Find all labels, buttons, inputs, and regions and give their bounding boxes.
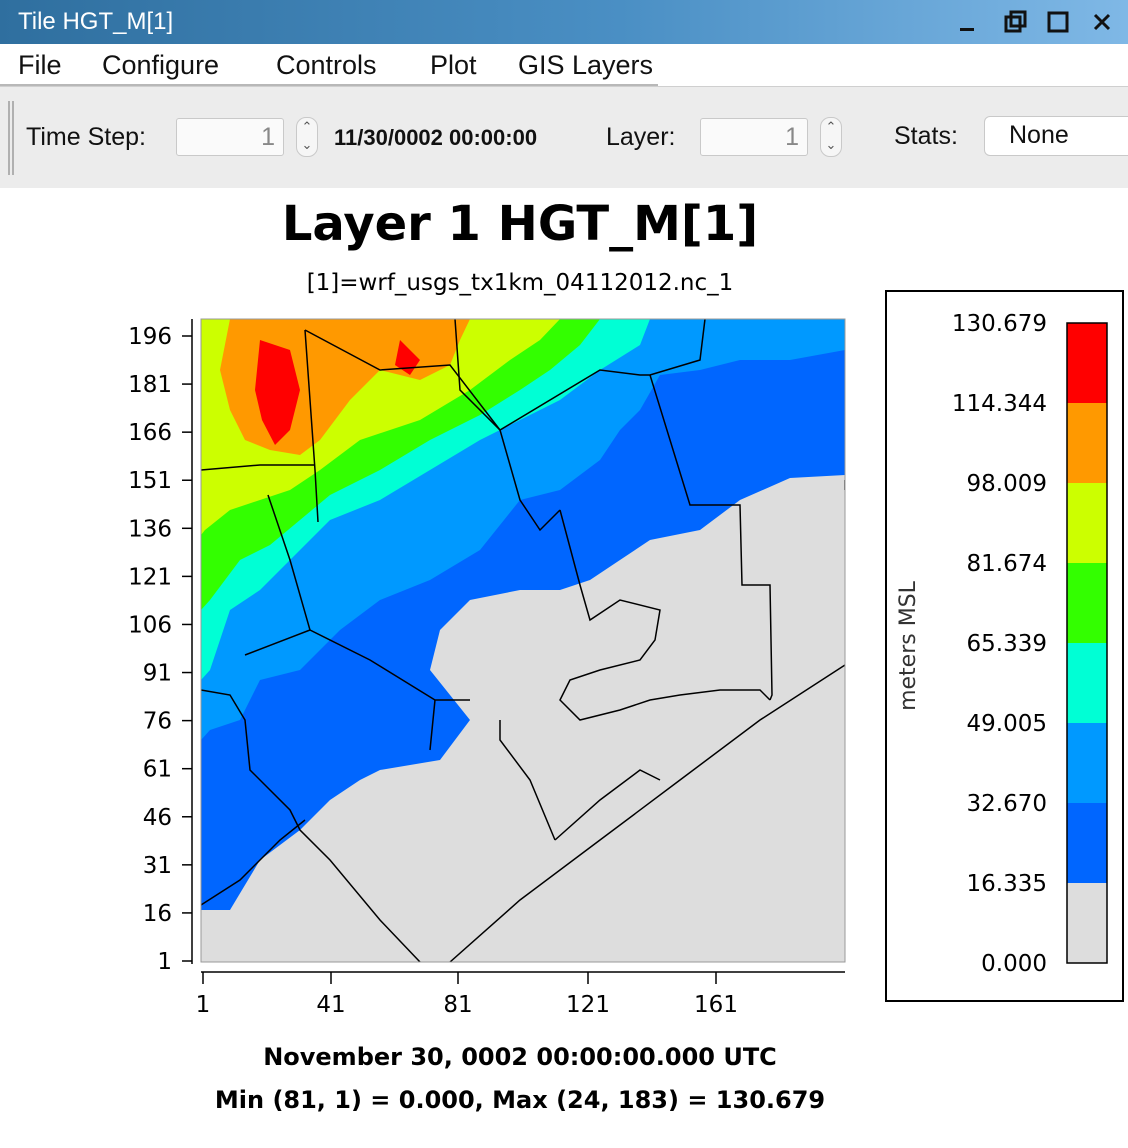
x-axis-ticks: 1 41 81 121 161: [196, 972, 738, 1018]
menu-separator: [0, 84, 658, 86]
colorbar-tick-label: 32.670: [967, 791, 1047, 817]
y-tick-label: 1: [157, 949, 172, 975]
colorbar-tick-label: 114.344: [952, 391, 1047, 417]
y-tick-label: 136: [128, 516, 172, 542]
layer-label: Layer:: [606, 123, 676, 151]
x-tick-label: 41: [316, 992, 345, 1018]
y-tick-label: 166: [128, 420, 172, 446]
colorbar-swatch: [1067, 883, 1107, 963]
maximize-icon[interactable]: [1044, 8, 1072, 36]
menu-plot[interactable]: Plot: [430, 50, 477, 81]
menu-controls[interactable]: Controls: [276, 50, 377, 81]
stats-select[interactable]: None: [984, 116, 1128, 156]
colorbar-swatch: [1067, 483, 1107, 563]
close-icon[interactable]: [1088, 8, 1116, 36]
layer-spinner[interactable]: ⌃ ⌄: [820, 117, 842, 157]
colorbar-tick-label: 81.674: [967, 551, 1047, 577]
map-plot[interactable]: 1961811661511361211069176614631161 1 41 81…: [0, 300, 880, 1020]
colorbar: 130.679 114.344 98.009 81.674 65.339 49.005 32…: [896, 311, 1108, 977]
window-title: Tile HGT_M[1]: [18, 8, 174, 35]
plot-title: Layer 1 HGT_M[1]: [281, 196, 759, 252]
toolbar-grip[interactable]: [8, 101, 14, 175]
colorbar-swatch: [1067, 403, 1107, 483]
colorbar-swatch: [1067, 643, 1107, 723]
y-tick-label: 61: [143, 757, 172, 783]
time-step-spinner[interactable]: ⌃ ⌄: [296, 117, 318, 157]
time-step-input[interactable]: 1: [176, 118, 284, 156]
y-tick-label: 121: [128, 564, 172, 590]
minimize-icon[interactable]: [954, 8, 982, 36]
y-tick-label: 31: [143, 853, 172, 879]
plot-subtitle: [1]=wrf_usgs_tx1km_04112012.nc_1: [306, 270, 734, 296]
colorbar-swatch: [1067, 323, 1107, 403]
y-tick-label: 106: [128, 612, 172, 638]
footer-stats: Min (81, 1) = 0.000, Max (24, 183) = 130…: [214, 1086, 826, 1114]
footer-time: November 30, 0002 00:00:00.000 UTC: [263, 1043, 777, 1071]
colorbar-tick-label: 98.009: [967, 471, 1047, 497]
x-tick-label: 81: [443, 992, 472, 1018]
y-tick-label: 181: [128, 372, 172, 398]
colorbar-swatch: [1067, 563, 1107, 643]
y-tick-label: 76: [143, 709, 172, 735]
colorbar-swatch: [1067, 723, 1107, 803]
layer-input[interactable]: 1: [700, 118, 808, 156]
menu-bar: File Configure Controls Plot GIS Layers: [0, 44, 1128, 87]
colorbar-swatches: [1066, 322, 1108, 964]
colorbar-tick-label: 0.000: [981, 951, 1047, 977]
colorbar-tick-label: 16.335: [967, 871, 1047, 897]
colorbar-tick-label: 49.005: [967, 711, 1047, 737]
colorbar-labels: 130.679 114.344 98.009 81.674 65.339 49.005 32…: [952, 311, 1047, 977]
y-tick-label: 91: [143, 661, 172, 687]
chevron-up-icon[interactable]: ⌃: [297, 120, 317, 135]
menu-gis-layers[interactable]: GIS Layers: [518, 50, 653, 81]
time-step-label: Time Step:: [26, 123, 146, 151]
y-tick-label: 46: [143, 805, 172, 831]
chevron-down-icon[interactable]: ⌄: [821, 138, 841, 153]
current-datetime: 11/30/0002 00:00:00: [334, 125, 538, 150]
title-bar: Tile HGT_M[1]: [0, 0, 1128, 44]
x-tick-label: 121: [566, 992, 610, 1018]
menu-configure[interactable]: Configure: [102, 50, 219, 81]
y-tick-label: 151: [128, 468, 172, 494]
colorbar-tick-label: 130.679: [952, 311, 1047, 337]
elevation-field: [201, 319, 845, 962]
colorbar-tick-label: 65.339: [967, 631, 1047, 657]
toolbar: [0, 87, 1128, 188]
stats-label: Stats:: [894, 122, 958, 150]
x-tick-label: 161: [694, 992, 738, 1018]
y-tick-label: 16: [143, 901, 172, 927]
y-tick-label: 196: [128, 324, 172, 350]
y-axis-ticks: 196 181 166 151 136 121 106 91 76 61 46 31 16 1: [128, 324, 192, 975]
colorbar-swatch: [1067, 803, 1107, 883]
menu-file[interactable]: File: [18, 50, 62, 81]
x-tick-label: 1: [196, 992, 211, 1018]
restore-icon[interactable]: [1002, 8, 1030, 36]
colorbar-unit-label: meters MSL: [896, 580, 921, 711]
chevron-up-icon[interactable]: ⌃: [821, 120, 841, 135]
chevron-down-icon[interactable]: ⌄: [297, 138, 317, 153]
